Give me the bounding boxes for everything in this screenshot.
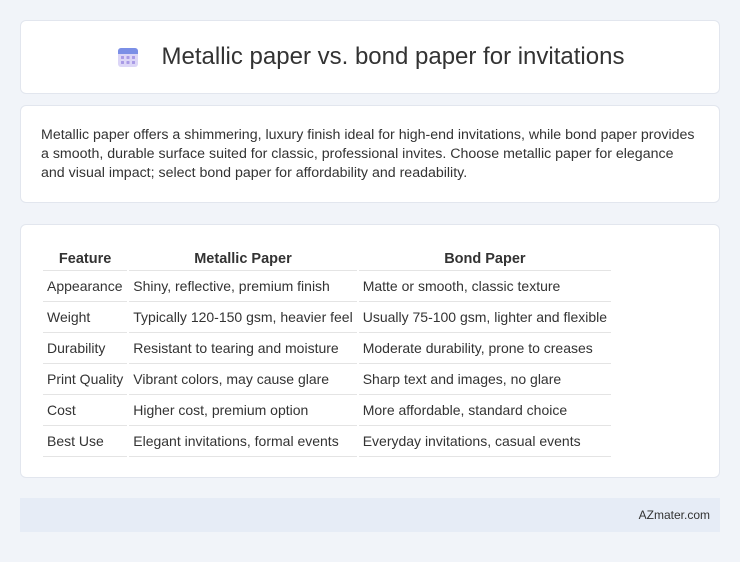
table-cell: Resistant to tearing and moisture [129, 333, 357, 364]
table-cell: Vibrant colors, may cause glare [129, 364, 357, 395]
intro-text: Metallic paper offers a shimmering, luxu… [41, 127, 695, 182]
title-card: Metallic paper vs. bond paper for invita… [20, 20, 720, 94]
table-cell: Durability [43, 333, 128, 364]
table-header-row: Feature Metallic Paper Bond Paper [43, 247, 612, 271]
calendar-icon [117, 48, 138, 67]
table-row: Cost Higher cost, premium option More af… [43, 395, 612, 426]
footer-brand[interactable]: AZmater.com [639, 508, 710, 522]
table-row: Appearance Shiny, reflective, premium fi… [43, 271, 612, 302]
header-bond-paper: Bond Paper [358, 247, 612, 271]
table-cell: Usually 75-100 gsm, lighter and flexible [358, 302, 612, 333]
header-feature: Feature [43, 247, 128, 271]
comparison-table: Feature Metallic Paper Bond Paper Appear… [41, 247, 613, 457]
table-cell: Everyday invitations, casual events [358, 426, 612, 457]
title-wrap: Metallic paper vs. bond paper for invita… [116, 43, 625, 71]
table-cell: Moderate durability, prone to creases [358, 333, 612, 364]
table-cell: Appearance [43, 271, 128, 302]
intro-card: Metallic paper offers a shimmering, luxu… [20, 105, 720, 203]
table-row: Weight Typically 120-150 gsm, heavier fe… [43, 302, 612, 333]
table-row: Print Quality Vibrant colors, may cause … [43, 364, 612, 395]
header-metallic-paper: Metallic Paper [129, 247, 357, 271]
page-title: Metallic paper vs. bond paper for invita… [161, 43, 625, 70]
table-cell: Elegant invitations, formal events [129, 426, 357, 457]
table-cell: Matte or smooth, classic texture [358, 271, 612, 302]
table-row: Best Use Elegant invitations, formal eve… [43, 426, 612, 457]
table-cell: Cost [43, 395, 128, 426]
table-cell: Shiny, reflective, premium finish [129, 271, 357, 302]
table-cell: Typically 120-150 gsm, heavier feel [129, 302, 357, 333]
table-cell: Print Quality [43, 364, 128, 395]
table-card: Feature Metallic Paper Bond Paper Appear… [20, 224, 720, 478]
table-cell: Higher cost, premium option [129, 395, 357, 426]
table-cell: Weight [43, 302, 128, 333]
table-cell: More affordable, standard choice [358, 395, 612, 426]
table-row: Durability Resistant to tearing and mois… [43, 333, 612, 364]
table-cell: Best Use [43, 426, 128, 457]
table-cell: Sharp text and images, no glare [358, 364, 612, 395]
footer: AZmater.com [20, 498, 720, 532]
